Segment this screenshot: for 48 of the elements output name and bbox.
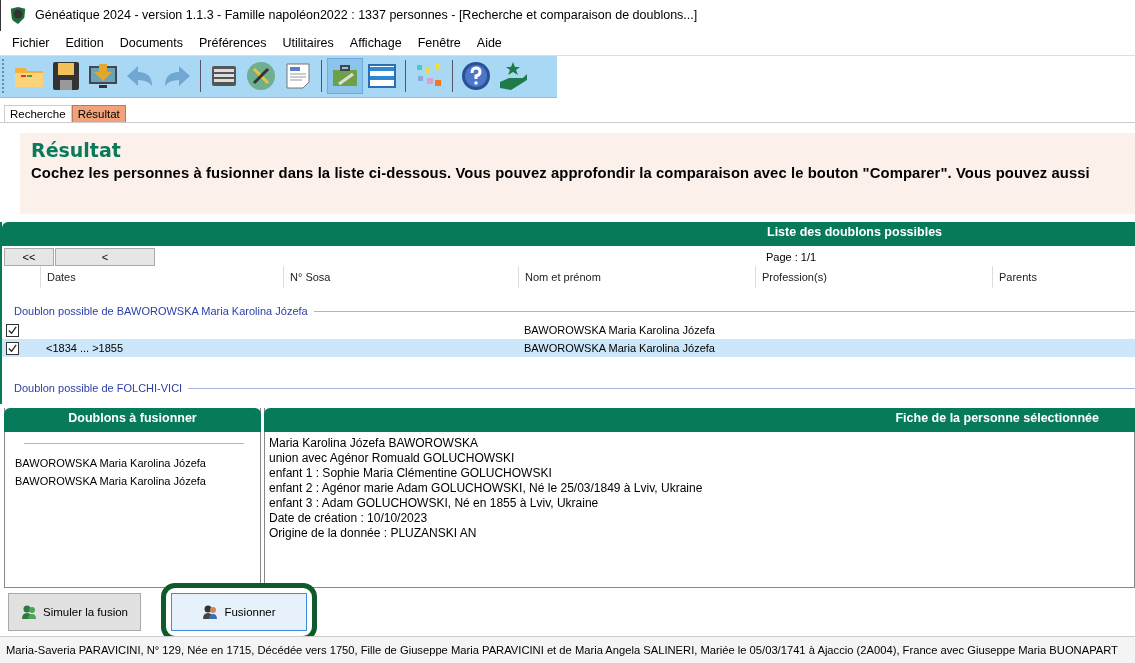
list-row[interactable]: <1834 ... >1855 BAWOROWSKA Maria Karolina Józefa [2, 339, 1135, 358]
detail-line: union avec Agénor Romuald GOLUCHOWSKI [269, 450, 516, 466]
column-header[interactable]: Parents [992, 266, 1135, 289]
column-header[interactable]: Nom et prénom [518, 266, 755, 289]
people-icon [21, 604, 37, 620]
group-label: Doublon possible de FOLCHI-VICI [14, 382, 183, 395]
detail-line: enfant 2 : Agénor marie Adam GOLUCHOWSKI, Né le 25/03/1849 à Lviv, Ukraine [269, 480, 704, 496]
table-cell: BAWOROWSKA Maria Karolina Józefa [524, 342, 715, 355]
detail-line: enfant 3 : Adam GOLUCHOWSKI, Né en 1855 à Lviv, Ukraine [269, 495, 600, 511]
menu-item[interactable]: Utilitaires [274, 35, 342, 50]
list-header: Liste des doublons possibles [2, 222, 1135, 247]
page-indicator: Page : 1/1 [766, 251, 817, 264]
detail-line: enfant 1 : Sophie Maria Clémentine GOLUCHOWSKI [269, 465, 553, 481]
checkbox[interactable] [6, 341, 19, 355]
panel-header: Fiche de la personne sélectionnée [264, 407, 1135, 432]
result-heading: Résultat [31, 138, 122, 161]
panel-header: Doublons à fusionner [4, 407, 261, 432]
table-cell: <1834 ... >1855 [46, 342, 124, 355]
list-item[interactable]: BAWOROWSKA Maria Karolina Józefa [9, 453, 256, 472]
menu-item[interactable]: Edition [57, 35, 112, 50]
table-cell: BAWOROWSKA Maria Karolina Józefa [524, 324, 715, 337]
detail-line: Date de création : 10/10/2023 [269, 510, 429, 526]
menu-item[interactable]: Aide [468, 35, 510, 50]
column-header[interactable]: Profession(s) [755, 266, 992, 289]
action-button[interactable]: Simuler la fusion [8, 593, 141, 631]
column-header[interactable]: N° Sosa [283, 266, 518, 289]
checkbox[interactable] [6, 323, 19, 337]
tab[interactable]: Recherche [4, 104, 72, 122]
instructions-text: Cochez les personnes à fusionner dans la liste ci-dessous. Vous pouvez approfondir la comparaison avec le bouton "Comparer". Vous pouvez aussi [31, 164, 1091, 181]
menu-item[interactable]: Fichier [4, 35, 58, 50]
group-label: Doublon possible de BAWOROWSKA Maria Karolina Józefa [14, 305, 308, 318]
action-button[interactable]: Fusionner [171, 593, 307, 631]
toolbox-wrench-icon[interactable] [327, 58, 363, 95]
column-header[interactable]: Dates [40, 266, 283, 289]
page-nav-button[interactable]: << [4, 248, 54, 267]
detail-line: Maria Karolina Józefa BAWOROWSKA [269, 435, 479, 451]
window-title: Généatique 2024 - version 1.1.3 - Famille napoléon2022 : 1337 personnes - [Recherche et comparaison de doublons...] [35, 8, 698, 23]
page-nav-button[interactable]: < [55, 248, 155, 267]
detail-line: Origine de la donnée : PLUZANSKI AN [269, 525, 478, 541]
menu-item[interactable]: Préférences [191, 35, 275, 50]
status-bar: Maria-Saveria PARAVICINI, N° 129, Née en 1715, Décédée vers 1750, Fille de Giuseppe Maria PARAVICINI et de Maria Angela SALINERI, Mariée le 05/03/1741 à Ajaccio (2A004), France avec Giuseppe Maria BUONAPART [0, 636, 1135, 663]
tab[interactable]: Résultat [71, 104, 126, 122]
menu-item[interactable]: Fenêtre [409, 35, 469, 50]
list-row[interactable]: BAWOROWSKA Maria Karolina Józefa [2, 321, 1135, 340]
menu-item[interactable]: Affichage [341, 35, 410, 50]
menu-item[interactable]: Documents [111, 35, 191, 50]
list-item[interactable]: BAWOROWSKA Maria Karolina Józefa [9, 471, 256, 490]
people-icon [202, 604, 219, 620]
